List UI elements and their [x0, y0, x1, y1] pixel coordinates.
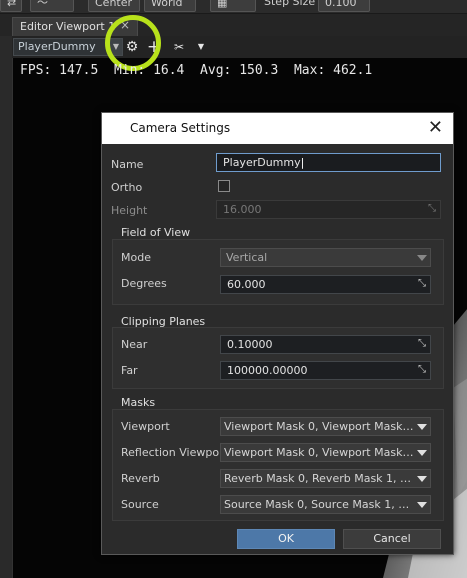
camera-settings-dialog: Camera Settings ✕ Name PlayerDummy| Orth…	[101, 112, 454, 555]
tab-close-icon[interactable]: ×	[120, 18, 130, 32]
spin-handle-icon[interactable]: ⤡	[417, 365, 427, 375]
source-mask-label: Source	[121, 498, 159, 511]
chevron-down-icon	[417, 502, 427, 508]
near-label: Near	[121, 338, 148, 351]
viewport-mask-value: Viewport Mask 0, Viewport Mask 1, Vi...	[224, 420, 416, 433]
fps-value: 147.5	[59, 63, 99, 78]
fps-stats: FPS: 147.5 Min: 16.4 Avg: 150.3 Max: 462…	[20, 63, 372, 78]
ortho-checkbox[interactable]	[218, 180, 230, 192]
grid-toggle-button[interactable]: ▦	[210, 0, 256, 12]
transform-tool-button[interactable]: ⇄	[0, 0, 22, 12]
spin-handle-icon[interactable]: ⤡	[427, 204, 437, 214]
gear-icon[interactable]: ⚙	[123, 38, 141, 56]
viewport-toolbar: PlayerDummy ▼ ⚙ + ✂ ▼	[12, 36, 467, 58]
ortho-label: Ortho	[111, 181, 143, 194]
chevron-down-icon	[417, 450, 427, 456]
pivot-select[interactable]: Center ▾	[88, 0, 140, 12]
step-size-input[interactable]: 0.100	[318, 0, 370, 12]
camera-select[interactable]: PlayerDummy ▼	[13, 38, 123, 56]
far-input[interactable]: 100000.00000 ⤡	[220, 361, 431, 380]
viewport-mask-label: Viewport	[121, 420, 170, 433]
height-label: Height	[111, 204, 148, 217]
chevron-down-icon: ▼	[110, 39, 122, 55]
near-input[interactable]: 0.10000 ⤡	[220, 335, 431, 354]
reverb-mask-label: Reverb	[121, 472, 160, 485]
min-value: 16.4	[153, 63, 185, 78]
viewport-mask-select[interactable]: Viewport Mask 0, Viewport Mask 1, Vi...	[220, 417, 431, 436]
height-input[interactable]: 16.000 ⤡	[216, 200, 441, 219]
fov-mode-select[interactable]: Vertical	[220, 248, 431, 267]
space-select[interactable]: World ▾	[144, 0, 196, 12]
near-value: 0.10000	[227, 338, 273, 351]
fov-mode-value: Vertical	[226, 251, 268, 264]
camera-select-value: PlayerDummy	[18, 40, 96, 53]
snap-tool-button[interactable]: 〜	[30, 0, 74, 12]
height-input-value: 16.000	[223, 203, 262, 216]
fov-group-title: Field of View	[121, 226, 191, 239]
left-panel-edge	[0, 36, 12, 578]
ok-button[interactable]: OK	[237, 529, 335, 549]
fov-degrees-label: Degrees	[121, 277, 167, 290]
reflection-viewport-value: Viewport Mask 0, Viewport Mask 1, Vi...	[224, 446, 416, 459]
dialog-titlebar[interactable]: Camera Settings ✕	[102, 113, 453, 144]
chevron-down-icon	[417, 424, 427, 430]
step-size-label: Step Size	[264, 0, 316, 8]
masks-group-title: Masks	[121, 396, 156, 409]
dialog-title: Camera Settings	[130, 121, 231, 135]
main-toolbar: ⇄ 〜 Center ▾ World ▾ ▦ Step Size 0.100	[0, 0, 467, 14]
far-value: 100000.00000	[227, 364, 308, 377]
reflection-viewport-label: Reflection Viewport	[121, 446, 228, 459]
fov-degrees-value: 60.000	[227, 278, 266, 291]
camera-filter-dropdown-icon[interactable]: ▼	[192, 38, 210, 56]
tab-bar: Editor Viewport 1 ×	[0, 14, 467, 36]
space-label: World	[151, 0, 183, 9]
reflection-viewport-select[interactable]: Viewport Mask 0, Viewport Mask 1, Vi...	[220, 443, 431, 462]
min-label: Min:	[113, 63, 146, 78]
name-label: Name	[111, 158, 144, 171]
reverb-mask-select[interactable]: Reverb Mask 0, Reverb Mask 1, Reve...	[220, 469, 431, 488]
camera-filter-icon[interactable]: ✂	[170, 38, 188, 56]
max-value: 462.1	[333, 63, 373, 78]
plus-icon[interactable]: +	[145, 38, 163, 56]
chevron-down-icon	[417, 255, 427, 261]
avg-value: 150.3	[239, 63, 279, 78]
fov-mode-label: Mode	[121, 251, 151, 264]
chevron-down-icon	[417, 476, 427, 482]
avg-label: Avg:	[200, 63, 232, 78]
source-mask-value: Source Mask 0, Source Mask 1, Sourc...	[224, 498, 416, 511]
source-mask-select[interactable]: Source Mask 0, Source Mask 1, Sourc...	[220, 495, 431, 514]
tab-label: Editor Viewport 1	[20, 20, 116, 33]
name-input-value: PlayerDummy	[223, 156, 301, 169]
cancel-button[interactable]: Cancel	[343, 529, 441, 549]
step-size-value: 0.100	[325, 0, 357, 9]
spin-handle-icon[interactable]: ⤡	[417, 279, 427, 289]
reverb-mask-value: Reverb Mask 0, Reverb Mask 1, Reve...	[224, 472, 416, 485]
pivot-label: Center	[95, 0, 133, 9]
far-label: Far	[121, 364, 138, 377]
fov-degrees-input[interactable]: 60.000 ⤡	[220, 275, 431, 294]
name-input[interactable]: PlayerDummy|	[216, 153, 441, 172]
spin-handle-icon[interactable]: ⤡	[417, 339, 427, 349]
max-label: Max:	[293, 63, 326, 78]
close-icon[interactable]: ✕	[428, 117, 443, 138]
fps-label: FPS:	[20, 63, 52, 78]
